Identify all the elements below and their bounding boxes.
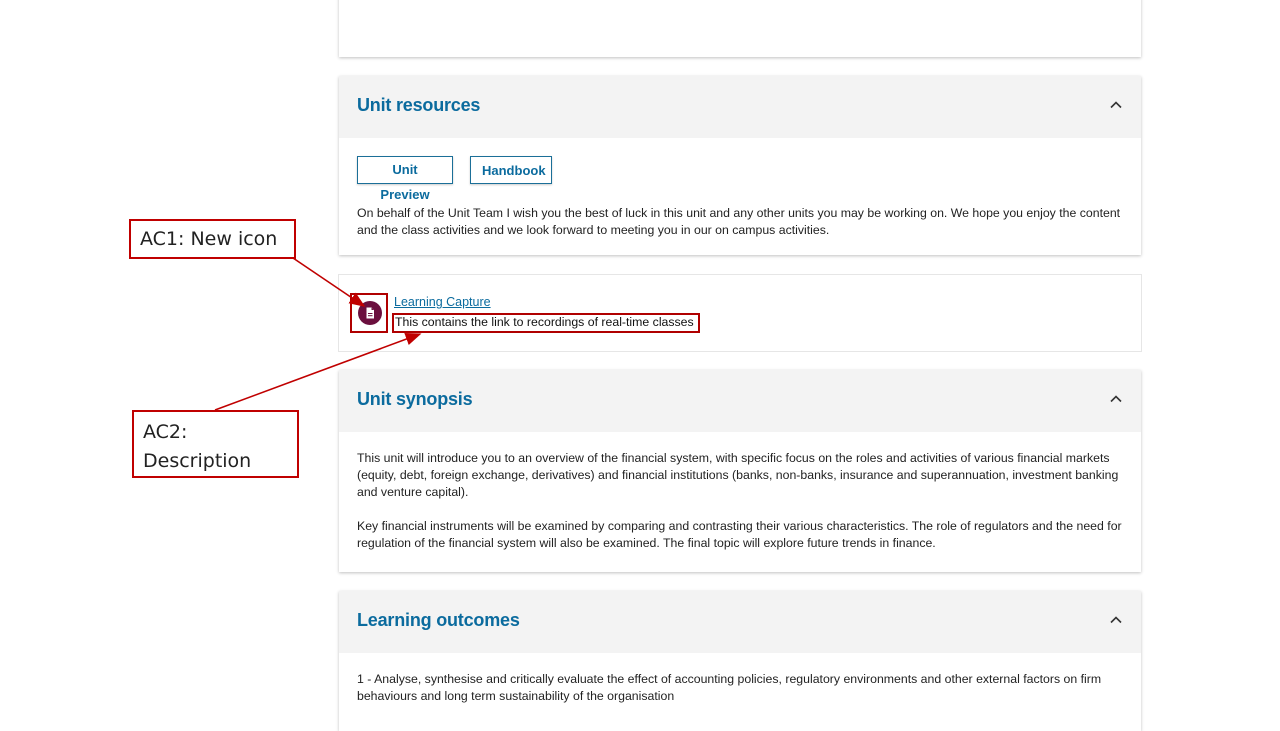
unit-resources-title: Unit resources	[357, 95, 481, 115]
ac1-annotation: AC1: New icon	[129, 219, 296, 259]
learning-outcomes-header[interactable]: Learning outcomes	[339, 591, 1141, 653]
learning-outcomes-card: Learning outcomes 1 - Analyse, synthesis…	[339, 591, 1141, 731]
unit-synopsis-paragraph-1: This unit will introduce you to an overv…	[357, 451, 1119, 499]
handbook-button[interactable]: Handbook	[470, 156, 552, 184]
icon-highlight-box	[350, 293, 388, 333]
unit-synopsis-body: This unit will introduce you to an overv…	[339, 432, 1141, 552]
unit-resources-body: Unit Preview Handbook On behalf of the U…	[339, 138, 1141, 255]
top-card	[339, 0, 1141, 57]
unit-synopsis-header[interactable]: Unit synopsis	[339, 370, 1141, 432]
unit-resources-header[interactable]: Unit resources	[339, 76, 1141, 138]
learning-outcomes-body: 1 - Analyse, synthesise and critically e…	[339, 653, 1141, 705]
unit-resources-card: Unit resources Unit Preview Handbook On …	[339, 76, 1141, 255]
ac2-annotation: AC2: Description	[132, 410, 299, 478]
learning-capture-link[interactable]: Learning Capture	[394, 295, 491, 309]
description-highlight-box	[392, 313, 700, 333]
unit-resources-text: On behalf of the Unit Team I wish you th…	[357, 206, 1121, 237]
unit-preview-button[interactable]: Unit Preview	[357, 156, 453, 202]
ac2-label-line-1: AC2:	[143, 421, 188, 443]
chevron-up-icon[interactable]	[1109, 613, 1123, 627]
learning-outcomes-title: Learning outcomes	[357, 610, 520, 630]
chevron-up-icon[interactable]	[1109, 98, 1123, 112]
unit-synopsis-title: Unit synopsis	[357, 389, 473, 409]
unit-synopsis-card: Unit synopsis This unit will introduce y…	[339, 370, 1141, 572]
ac1-label: AC1: New icon	[140, 228, 278, 250]
ac2-label-line-2: Description	[143, 450, 252, 472]
learning-outcome-item: 1 - Analyse, synthesise and critically e…	[357, 672, 1102, 703]
unit-synopsis-paragraph-2: Key financial instruments will be examin…	[357, 519, 1122, 550]
chevron-up-icon[interactable]	[1109, 392, 1123, 406]
